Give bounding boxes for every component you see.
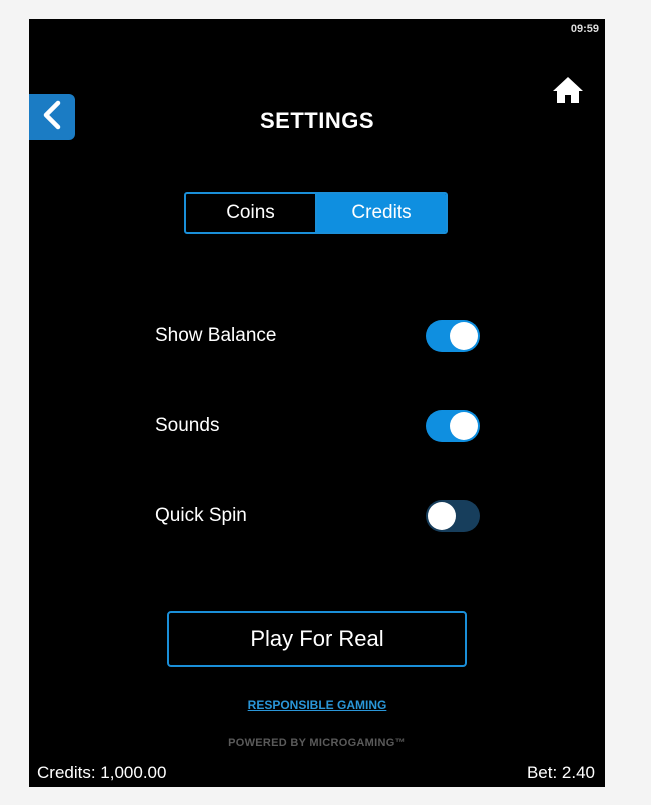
sounds-label: Sounds	[155, 415, 220, 436]
credits-balance: Credits: 1,000.00	[37, 763, 167, 782]
home-button[interactable]	[551, 75, 585, 109]
toggle-knob	[428, 502, 456, 530]
powered-by-text: POWERED BY MICROGAMING™	[228, 737, 406, 749]
page-title: SETTINGS	[259, 108, 374, 133]
coins-option[interactable]: Coins	[186, 194, 317, 232]
clock: 09:59	[570, 23, 599, 35]
responsible-gaming-link[interactable]: RESPONSIBLE GAMING	[29, 698, 605, 712]
toggle-knob	[450, 412, 478, 440]
credits-option[interactable]: Credits	[317, 194, 446, 232]
quick-spin-toggle[interactable]	[426, 500, 480, 532]
display-mode-selector: Coins Credits	[184, 192, 448, 234]
quick-spin-row: Quick Spin	[155, 499, 480, 533]
play-for-real-button[interactable]: Play For Real	[167, 611, 467, 667]
settings-screen: 09:59 SETTINGS Coins Credits Show Balanc…	[29, 19, 605, 787]
bet-amount: Bet: 2.40	[526, 763, 595, 782]
home-icon	[552, 75, 584, 110]
sounds-toggle[interactable]	[426, 410, 480, 442]
sounds-row: Sounds	[155, 409, 480, 443]
show-balance-toggle[interactable]	[426, 320, 480, 352]
quick-spin-label: Quick Spin	[155, 505, 247, 526]
show-balance-row: Show Balance	[155, 319, 480, 353]
toggle-knob	[450, 322, 478, 350]
show-balance-label: Show Balance	[155, 325, 277, 346]
